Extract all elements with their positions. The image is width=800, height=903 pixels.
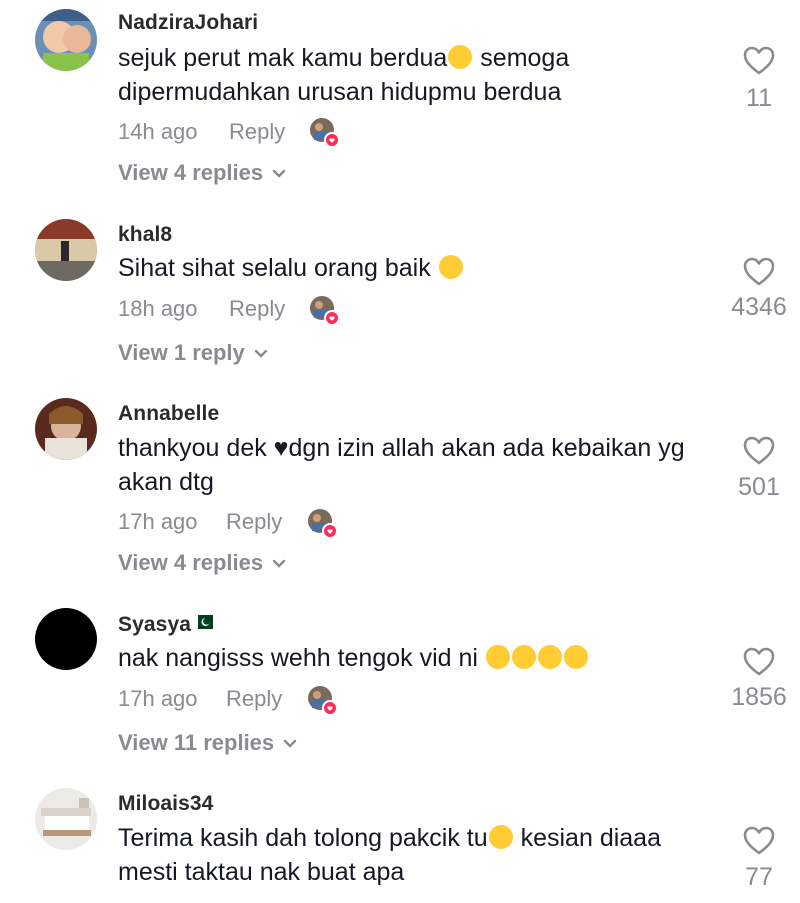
avatar[interactable]: [35, 219, 97, 281]
comment-text-line: dipermudahkan urusan hidupmu berdua: [118, 78, 562, 106]
like-count: 11: [746, 84, 772, 112]
avatar[interactable]: [35, 9, 97, 71]
comment-text-line: mesti taktau nak buat apa: [118, 858, 405, 886]
timestamp: 17h ago: [118, 509, 198, 534]
comment-text: Sihat sihat selalu orang baik: [118, 251, 718, 285]
like-count: 1856: [731, 683, 787, 711]
avatar[interactable]: [35, 398, 97, 460]
heart-outline-icon[interactable]: [743, 647, 775, 677]
view-replies-button[interactable]: View 11 replies: [118, 730, 298, 756]
creator-liked-badge-icon: [310, 296, 340, 326]
heart-outline-icon[interactable]: [743, 826, 775, 856]
comment-text: thankyou dek ♥dgn izin allah akan ada ke…: [118, 431, 718, 499]
creator-liked-badge-icon: [308, 509, 338, 539]
like-count: 4346: [731, 293, 787, 321]
username[interactable]: Annabelle: [118, 402, 219, 426]
comment-text-line: dgn izin allah akan ada kebaikan yg: [288, 434, 685, 462]
comment-text-line: semoga: [473, 44, 570, 72]
comment-text-line: nak nangisss wehh tengok vid ni: [118, 644, 485, 672]
timestamp: 17h ago: [118, 686, 198, 711]
username[interactable]: khal8: [118, 223, 172, 247]
heart-outline-icon[interactable]: [743, 46, 775, 76]
heart-outline-icon[interactable]: [743, 257, 775, 287]
loudly-crying-emoji-icon: [511, 645, 536, 669]
avatar[interactable]: [35, 608, 97, 670]
comment-text: nak nangisss wehh tengok vid ni: [118, 641, 718, 675]
loudly-crying-emoji-icon: [563, 645, 588, 669]
view-replies-button[interactable]: View 1 reply: [118, 340, 269, 366]
heart-glyph: ♥: [273, 434, 289, 462]
reply-button[interactable]: Reply: [226, 686, 282, 712]
timestamp: 14h ago: [118, 119, 198, 144]
view-replies-label: View 11 replies: [118, 730, 275, 755]
loudly-crying-emoji-icon: [438, 255, 463, 279]
chevron-down-icon: [272, 169, 286, 178]
chevron-down-icon: [283, 739, 297, 748]
comment-text-line: akan dtg: [118, 468, 214, 496]
creator-liked-badge-icon: [310, 118, 340, 148]
chevron-down-icon: [254, 349, 267, 358]
grinning-squinting-emoji-icon: [448, 45, 473, 69]
like-count: 77: [745, 863, 773, 891]
timestamp: 18h ago: [118, 296, 198, 321]
comment-text-line: Terima kasih dah tolong pakcik tu: [118, 824, 488, 852]
comment-text: Terima kasih dah tolong pakcik tu kesian…: [118, 821, 718, 889]
username[interactable]: NadziraJohari: [118, 11, 258, 35]
comment-text-line: kesian diaaa: [513, 824, 661, 852]
view-replies-label: View 1 reply: [118, 340, 245, 365]
loudly-crying-emoji-icon: [485, 645, 510, 669]
view-replies-label: View 4 replies: [118, 160, 264, 185]
comment-text: sejuk perut mak kamu berdua semoga diper…: [118, 41, 718, 109]
comment-text-line: Sihat sihat selalu orang baik: [118, 254, 438, 282]
view-replies-label: View 4 replies: [118, 550, 264, 575]
view-replies-button[interactable]: View 4 replies: [118, 160, 287, 186]
loudly-crying-emoji-icon: [488, 825, 513, 849]
avatar[interactable]: [35, 788, 97, 850]
comment-text-line: sejuk perut mak kamu berdua: [118, 44, 448, 72]
creator-liked-badge-icon: [308, 686, 338, 716]
reply-button[interactable]: Reply: [229, 119, 285, 145]
username-label: Syasya: [118, 613, 192, 636]
like-count: 501: [738, 473, 780, 501]
reply-button[interactable]: Reply: [226, 509, 282, 535]
pakistan-flag-icon: [193, 615, 214, 629]
username[interactable]: Syasya: [118, 613, 214, 637]
username[interactable]: Miloais34: [118, 792, 213, 816]
view-replies-button[interactable]: View 4 replies: [118, 550, 287, 576]
reply-button[interactable]: Reply: [229, 296, 285, 322]
chevron-down-icon: [272, 559, 286, 568]
comment-text-line: thankyou dek: [118, 434, 274, 462]
heart-outline-icon[interactable]: [743, 436, 775, 466]
loudly-crying-emoji-icon: [537, 645, 562, 669]
